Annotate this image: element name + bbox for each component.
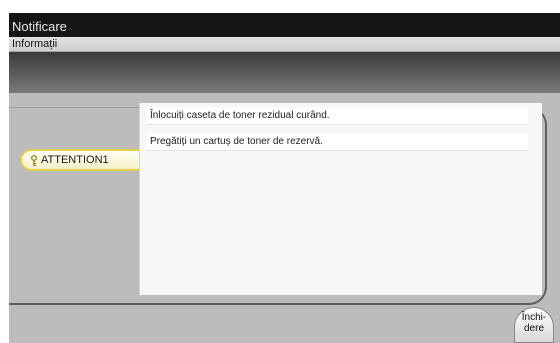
tab-attention1[interactable]: ATTENTION1 (20, 149, 144, 171)
close-button[interactable]: Închi- dere (514, 307, 554, 343)
list-item: Pregătiți un cartuș de toner de rezervă. (146, 133, 528, 151)
header-band (9, 52, 560, 93)
window-title: Notificare (12, 19, 67, 34)
notification-panel: ATTENTION1 Înlocuiți caseta de toner rez… (9, 93, 560, 343)
key-icon (31, 155, 37, 166)
subtitle-bar: Informații (9, 37, 560, 52)
close-button-label: Închi- dere (521, 312, 547, 334)
notification-screen: Notificare Informații ATTENTION1 Înlocui… (9, 13, 560, 343)
title-bar: Notificare (9, 13, 560, 37)
tab-attention1-label: ATTENTION1 (41, 154, 109, 166)
message-list: Înlocuiți caseta de toner rezidual curân… (139, 103, 542, 295)
list-item: Înlocuiți caseta de toner rezidual curân… (146, 107, 528, 125)
window-subtitle: Informații (12, 38, 58, 50)
